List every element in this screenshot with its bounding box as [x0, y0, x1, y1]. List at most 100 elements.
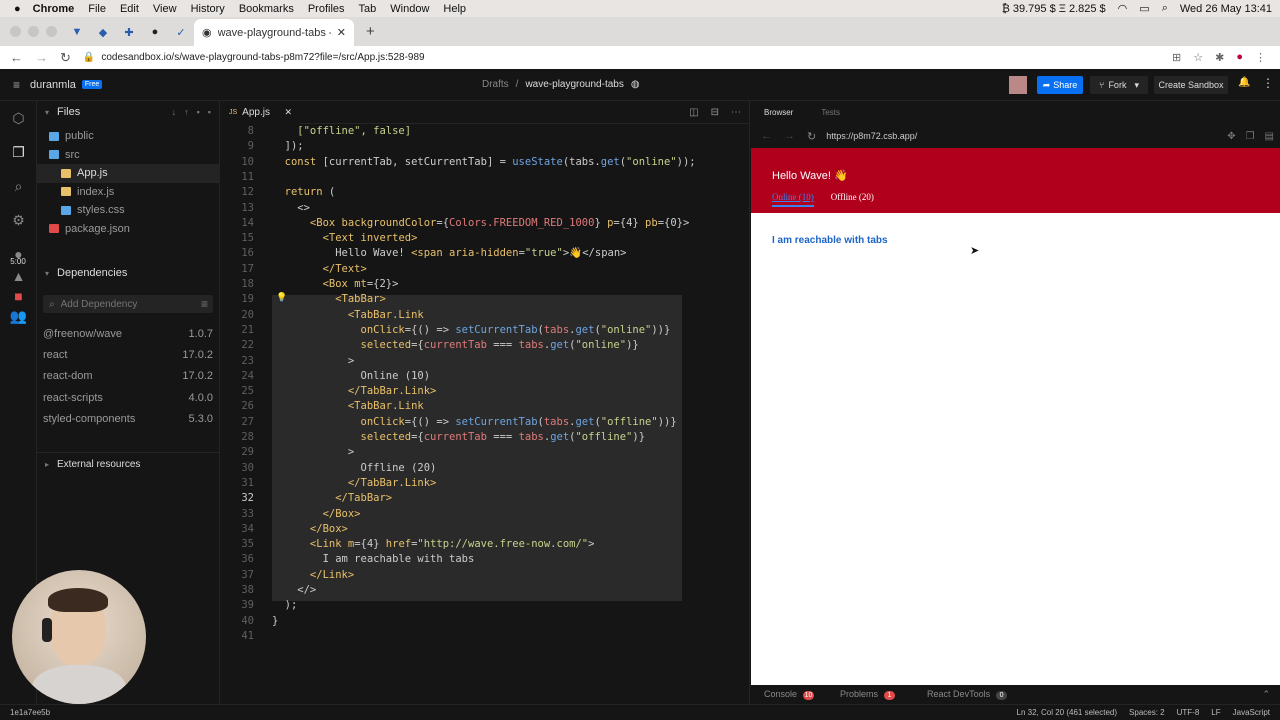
devtools-tab[interactable]: React DevTools 0 — [927, 689, 1008, 700]
url-input[interactable]: codesandbox.io/s/wave-playground-tabs-p8… — [101, 52, 424, 63]
breadcrumb-drafts[interactable]: Drafts — [482, 79, 509, 90]
pinned-tab-1[interactable]: ▼ — [68, 23, 86, 41]
live-icon[interactable]: 👥 — [0, 306, 37, 326]
collapse-icon[interactable]: ⌃ — [1262, 689, 1270, 700]
dependencies-header[interactable]: ▾ Dependencies — [37, 262, 219, 284]
file-index-js[interactable]: index.js — [37, 183, 219, 202]
chrome-menu-icon[interactable]: ⋮ — [1255, 51, 1266, 64]
menu-history[interactable]: History — [191, 3, 225, 15]
dependency-item[interactable]: react-dom 17.0.2 — [37, 366, 219, 387]
notifications-icon[interactable]: 🔔 — [1238, 77, 1250, 88]
new-file-icon[interactable]: ▪ — [197, 107, 200, 117]
sandbox-name[interactable]: wave-playground-tabs — [525, 79, 623, 90]
code-line[interactable]: 32 </TabBar> — [220, 491, 750, 506]
tab-browser[interactable]: Browser — [764, 108, 793, 117]
minimize-window-icon[interactable] — [28, 26, 39, 37]
share-button[interactable]: ➦ Share — [1037, 76, 1083, 94]
code-line[interactable]: 38 </> — [220, 583, 750, 598]
code-line[interactable]: 22 selected={currentTab === tabs.get("on… — [220, 338, 750, 353]
lightbulb-icon[interactable]: 💡 — [276, 292, 287, 303]
new-tab-button[interactable]: + — [366, 23, 375, 40]
pinned-tab-3[interactable]: ✚ — [120, 23, 138, 41]
code-line[interactable]: 39 ); — [220, 598, 750, 613]
preview-url-input[interactable]: https://p8m72.csb.app/ — [826, 131, 917, 141]
back-icon[interactable]: ← — [761, 130, 772, 142]
sandbox-info-icon[interactable]: ⬡ — [0, 101, 37, 135]
bookmark-star-icon[interactable]: ☆ — [1193, 51, 1203, 64]
code-line[interactable]: 18 <Box mt={2}> — [220, 277, 750, 292]
reload-icon[interactable]: ↻ — [60, 50, 71, 66]
file-src[interactable]: src — [37, 146, 219, 165]
code-line[interactable]: 25 </TabBar.Link> — [220, 384, 750, 399]
menu-bookmarks[interactable]: Bookmarks — [239, 3, 294, 15]
code-line[interactable]: 41 — [220, 629, 750, 644]
search-icon[interactable]: ⌕ — [1162, 2, 1168, 15]
wifi-icon[interactable]: ◠ — [1118, 2, 1128, 15]
problems-tab[interactable]: Problems 1 — [840, 689, 896, 700]
github-icon[interactable]: ● — [146, 23, 164, 41]
more-icon[interactable]: ⋮ — [1262, 76, 1274, 90]
sort-up-icon[interactable]: ↑ — [184, 107, 189, 117]
pinned-tab-2[interactable]: ◆ — [94, 23, 112, 41]
username[interactable]: duranmla — [30, 79, 76, 91]
split-view-icon[interactable]: ◫ — [689, 107, 698, 118]
battery-icon[interactable]: ▭ — [1139, 2, 1149, 15]
file-package-json[interactable]: package.json — [37, 220, 219, 239]
indentation[interactable]: Spaces: 2 — [1129, 708, 1165, 717]
menu-tab[interactable]: Tab — [359, 3, 377, 15]
files-header[interactable]: ▾ Files ↓ ↑ ▪ ▪ — [37, 101, 219, 123]
code-line[interactable]: 35 <Link m={4} href="http://wave.free-no… — [220, 537, 750, 552]
file-public[interactable]: public — [37, 127, 219, 146]
clock[interactable]: Wed 26 May 13:41 — [1180, 3, 1272, 15]
close-tab-icon[interactable]: ✕ — [284, 107, 292, 118]
menu-icon[interactable]: ≡ — [13, 78, 20, 92]
new-folder-icon[interactable]: ▪ — [208, 107, 211, 117]
code-line[interactable]: 27 onClick={() => setCurrentTab(tabs.get… — [220, 415, 750, 430]
dependency-item[interactable]: @freenow/wave 1.0.7 — [37, 323, 219, 344]
puzzle-icon[interactable]: ✱ — [1215, 51, 1224, 64]
reachable-link[interactable]: I am reachable with tabs — [772, 235, 1280, 246]
refresh-icon[interactable]: ↻ — [807, 130, 816, 143]
code-line[interactable]: 40} — [220, 614, 750, 629]
code-line[interactable]: 10 const [currentTab, setCurrentTab] = u… — [220, 155, 750, 170]
code-line[interactable]: 24 Online (10) — [220, 369, 750, 384]
file-styles-css[interactable]: styles.css — [37, 201, 219, 220]
list-icon[interactable]: ≡ — [201, 297, 208, 311]
fork-button[interactable]: ⑂ Fork ▾ — [1090, 76, 1148, 94]
close-window-icon[interactable] — [10, 26, 21, 37]
code-line[interactable]: 16 Hello Wave! <span aria-hidden="true">… — [220, 246, 750, 261]
preview-layout-icon[interactable]: ⊟ — [711, 107, 719, 118]
extension-icon[interactable]: ⊞ — [1172, 51, 1181, 64]
code-line[interactable]: 17 </Text> — [220, 262, 750, 277]
explorer-icon[interactable]: ❐ — [0, 135, 37, 169]
code-line[interactable]: 9 ]); — [220, 139, 750, 154]
tab-online[interactable]: Online (10) — [772, 192, 814, 207]
code-line[interactable]: 29 > — [220, 445, 750, 460]
code-line[interactable]: 13 <> — [220, 201, 750, 216]
code-line[interactable]: 34 </Box> — [220, 522, 750, 537]
maximize-window-icon[interactable] — [46, 26, 57, 37]
code-line[interactable]: 37 </Link> — [220, 568, 750, 583]
forward-icon[interactable]: → — [35, 50, 48, 65]
tab-app-js[interactable]: JS App.js ✕ — [220, 100, 300, 124]
active-browser-tab[interactable]: ◉ wave-playground-tabs - Code ✕ — [194, 19, 354, 46]
menu-edit[interactable]: Edit — [120, 3, 139, 15]
code-line[interactable]: 11 — [220, 170, 750, 185]
close-tab-icon[interactable]: ✕ — [337, 26, 346, 39]
forward-icon[interactable]: → — [784, 130, 795, 142]
language-mode[interactable]: JavaScript — [1233, 708, 1270, 717]
code-line[interactable]: 36 I am reachable with tabs — [220, 552, 750, 567]
apple-icon[interactable]: ● — [14, 3, 21, 15]
dependency-item[interactable]: react 17.0.2 — [37, 344, 219, 365]
sort-down-icon[interactable]: ↓ — [172, 107, 177, 117]
avatar[interactable] — [1009, 76, 1027, 94]
search-icon[interactable]: ⌕ — [0, 169, 37, 203]
menu-help[interactable]: Help — [443, 3, 466, 15]
deploy-icon[interactable]: ▲ — [0, 266, 37, 286]
code-line[interactable]: 31 </TabBar.Link> — [220, 476, 750, 491]
settings-icon[interactable]: ⚙ — [0, 203, 37, 237]
layout-icon[interactable]: ▤ — [1265, 131, 1274, 142]
dependency-item[interactable]: styled-components 5.3.0 — [37, 408, 219, 429]
console-tab[interactable]: Console 10 — [764, 689, 815, 700]
code-line[interactable]: 28 selected={currentTab === tabs.get("of… — [220, 430, 750, 445]
